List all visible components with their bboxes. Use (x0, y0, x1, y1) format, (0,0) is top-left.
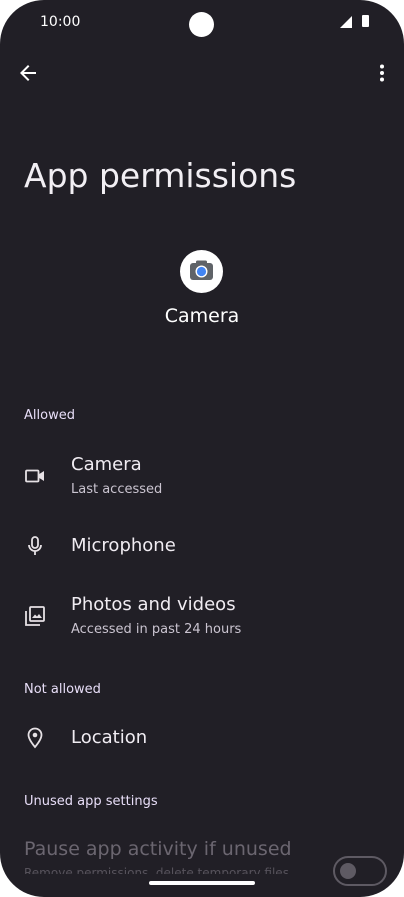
phone-screen: 10:00 App permissions Camera Allowed Cam… (0, 0, 404, 897)
section-header-unused: Unused app settings (24, 794, 158, 809)
status-time: 10:00 (40, 14, 81, 30)
videocam-icon (25, 469, 44, 483)
toggle-knob (340, 863, 356, 879)
status-bar: 10:00 (0, 0, 404, 46)
permission-subtitle: Last accessed (71, 482, 163, 497)
mic-icon (28, 536, 42, 555)
permission-label: Location (71, 727, 148, 748)
pause-app-activity-label: Pause app activity if unused (24, 838, 292, 860)
permission-label: Camera (71, 454, 142, 475)
pause-app-activity-toggle[interactable] (333, 856, 387, 886)
permission-row-location[interactable]: Location (0, 714, 404, 764)
battery-icon (362, 15, 369, 27)
permission-label: Photos and videos (71, 594, 236, 615)
more-vert-icon[interactable] (370, 61, 394, 85)
page-title: App permissions (24, 156, 297, 195)
front-camera-cutout (189, 12, 214, 37)
cell-signal-icon (340, 16, 352, 28)
pause-app-activity-subtitle: Remove permissions, delete temporary fil… (24, 866, 289, 874)
permission-subtitle: Accessed in past 24 hours (71, 622, 242, 637)
app-name: Camera (164, 305, 240, 327)
location-pin-icon (27, 727, 43, 749)
photo-library-icon (25, 606, 45, 626)
permission-label: Microphone (71, 535, 176, 556)
permission-row-microphone[interactable]: Microphone (0, 521, 404, 571)
section-header-not-allowed: Not allowed (24, 682, 101, 697)
permission-row-camera[interactable]: Camera Last accessed (0, 447, 404, 509)
arrow-back-icon[interactable] (16, 61, 40, 85)
permission-row-photos[interactable]: Photos and videos Accessed in past 24 ho… (0, 586, 404, 646)
camera-app-icon (180, 250, 223, 293)
gesture-nav-handle[interactable] (149, 881, 255, 885)
section-header-allowed: Allowed (24, 408, 75, 423)
